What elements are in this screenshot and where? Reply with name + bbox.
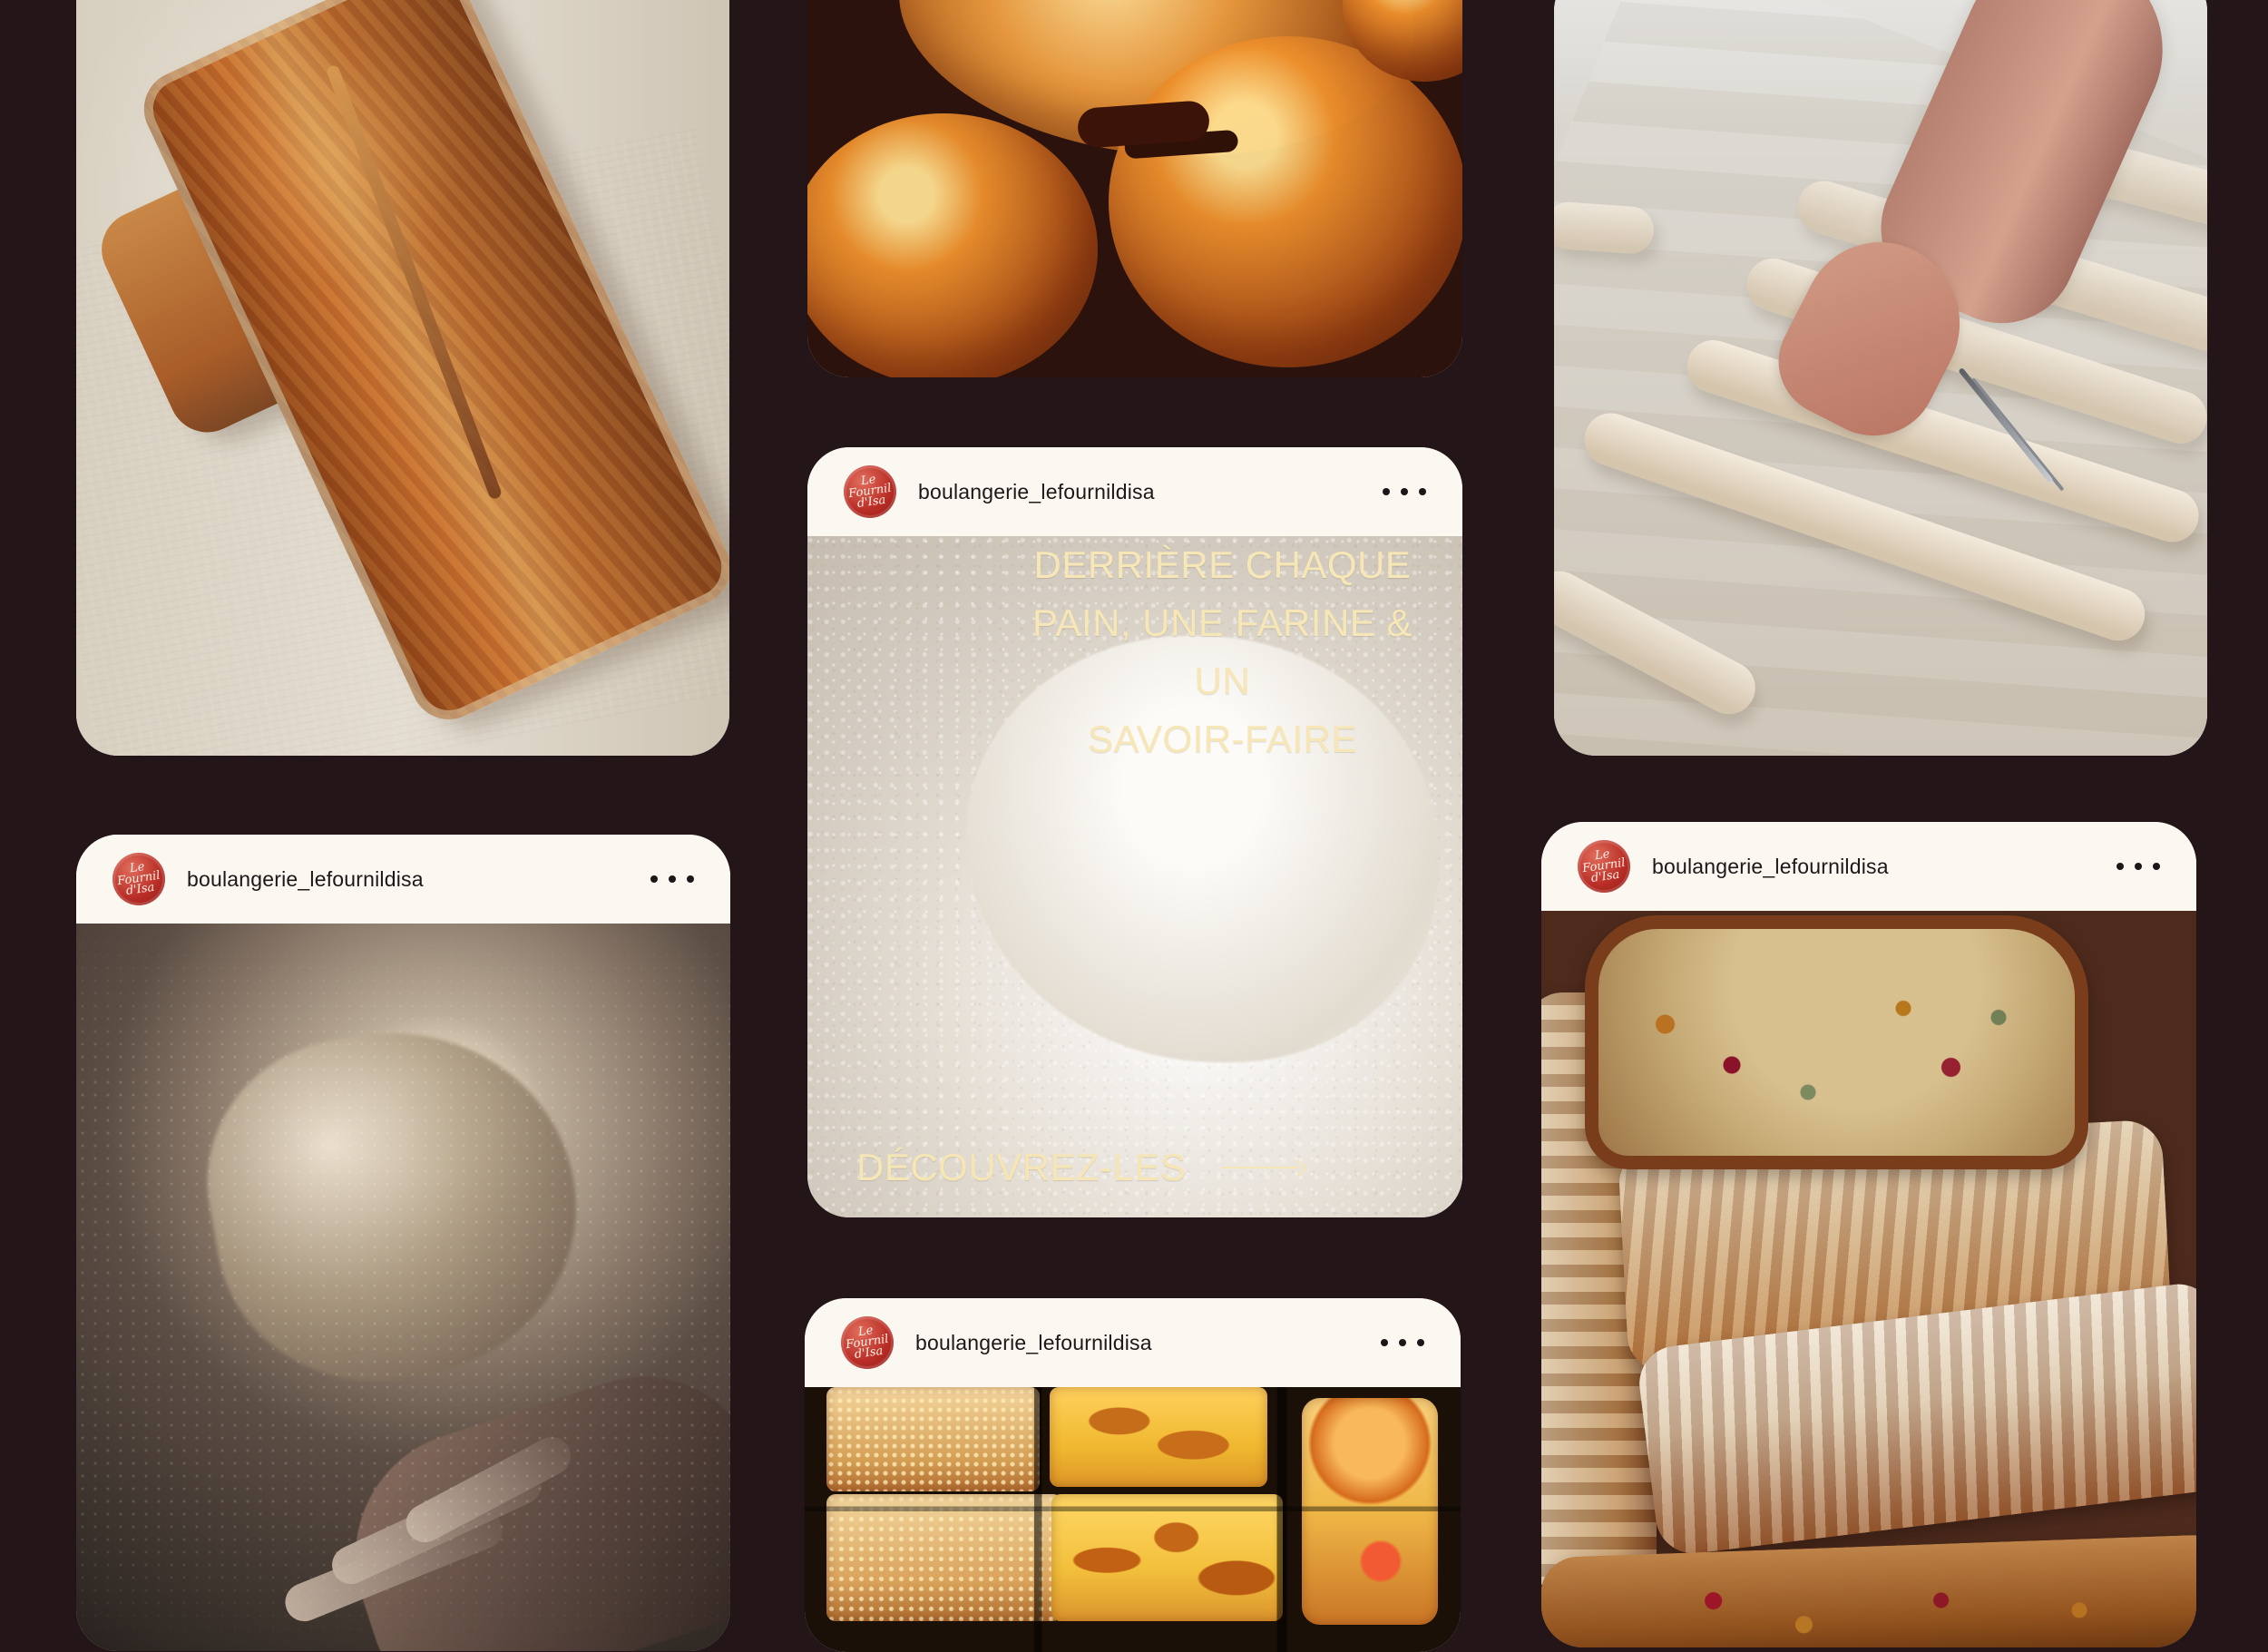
more-dot xyxy=(1381,1339,1388,1346)
account-handle[interactable]: boulangerie_lefournildisa xyxy=(915,1331,1381,1355)
discover-text[interactable]: DÉCOUVREZ-LES xyxy=(856,1149,1187,1187)
pastry-tray-item xyxy=(826,1494,1062,1621)
avatar-logo-text: Le Fournil d'Isa xyxy=(845,1324,890,1363)
fruit-bread-post-card[interactable]: Le Fournil d'Isa boulangerie_lefournildi… xyxy=(1541,822,2196,1647)
avatar[interactable]: Le Fournil d'Isa xyxy=(112,853,165,905)
fruit-bread-post-image xyxy=(1541,911,2196,1647)
fruit-tart xyxy=(1302,1398,1438,1625)
account-handle[interactable]: boulangerie_lefournildisa xyxy=(1652,855,2116,879)
dough-post-card[interactable]: Le Fournil d'Isa boulangerie_lefournildi… xyxy=(76,835,730,1651)
dough-post-image xyxy=(76,924,730,1651)
dough-post-header: Le Fournil d'Isa boulangerie_lefournildi… xyxy=(76,835,730,924)
pastry-right xyxy=(1109,36,1462,367)
flour-post-image: DERRIÈRE CHAQUE PAIN, UNE FARINE & UN SA… xyxy=(807,536,1462,1217)
more-options-icon[interactable] xyxy=(1383,481,1426,503)
more-dot xyxy=(669,875,676,883)
flour-post-card[interactable]: Le Fournil d'Isa boulangerie_lefournildi… xyxy=(807,447,1462,1217)
account-handle[interactable]: boulangerie_lefournildisa xyxy=(918,480,1383,504)
dough-roll xyxy=(1554,200,1656,256)
flan-tart xyxy=(1051,1494,1283,1621)
avatar-logo-text: Le Fournil d'Isa xyxy=(847,473,893,512)
more-dot xyxy=(1401,488,1408,495)
bread-post-image xyxy=(76,0,729,756)
more-dot xyxy=(1417,1339,1424,1346)
pastry-tray-item xyxy=(826,1387,1040,1491)
flan-tart xyxy=(1050,1387,1267,1487)
baguette-post-image xyxy=(1554,0,2207,756)
avatar[interactable]: Le Fournil d'Isa xyxy=(844,465,896,518)
tart-post-header: Le Fournil d'Isa boulangerie_lefournildi… xyxy=(805,1298,1461,1387)
pastry-post-image xyxy=(807,0,1462,377)
more-options-icon[interactable] xyxy=(2116,855,2160,877)
pastry-post-card[interactable] xyxy=(807,0,1462,377)
pastry-left xyxy=(807,113,1098,377)
more-dot xyxy=(687,875,694,883)
fruit-bread-post-header: Le Fournil d'Isa boulangerie_lefournildi… xyxy=(1541,822,2196,911)
more-dot xyxy=(1399,1339,1406,1346)
flour-overlay-title: DERRIÈRE CHAQUE PAIN, UNE FARINE & UN SA… xyxy=(1032,543,1413,760)
more-dot xyxy=(2116,863,2124,870)
avatar-logo-text: Le Fournil d'Isa xyxy=(1581,847,1627,886)
baguette-post-card[interactable] xyxy=(1554,0,2207,756)
avatar[interactable]: Le Fournil d'Isa xyxy=(841,1316,894,1369)
finger xyxy=(326,1460,548,1591)
more-dot xyxy=(2135,863,2142,870)
sliced-fruit-bread xyxy=(1585,915,2088,1169)
dough-roll xyxy=(1554,562,1765,724)
more-dot xyxy=(2153,863,2160,870)
discover-link[interactable]: DÉCOUVREZ-LES xyxy=(856,1149,1306,1187)
account-handle[interactable]: boulangerie_lefournildisa xyxy=(187,867,650,892)
flour-post-header: Le Fournil d'Isa boulangerie_lefournildi… xyxy=(807,447,1462,536)
tart-post-card[interactable]: Le Fournil d'Isa boulangerie_lefournildi… xyxy=(805,1298,1461,1652)
avatar[interactable]: Le Fournil d'Isa xyxy=(1578,840,1630,893)
floured-hand xyxy=(322,1346,730,1651)
more-options-icon[interactable] xyxy=(650,868,694,890)
more-options-icon[interactable] xyxy=(1381,1332,1424,1354)
finger xyxy=(399,1430,578,1549)
finger xyxy=(279,1505,509,1628)
tart-post-image xyxy=(805,1387,1461,1652)
more-dot xyxy=(650,875,658,883)
arrow-right-icon[interactable] xyxy=(1220,1158,1306,1178)
avatar-logo-text: Le Fournil d'Isa xyxy=(116,860,161,899)
bread-post-card[interactable] xyxy=(76,0,729,756)
more-dot xyxy=(1419,488,1426,495)
more-dot xyxy=(1383,488,1390,495)
